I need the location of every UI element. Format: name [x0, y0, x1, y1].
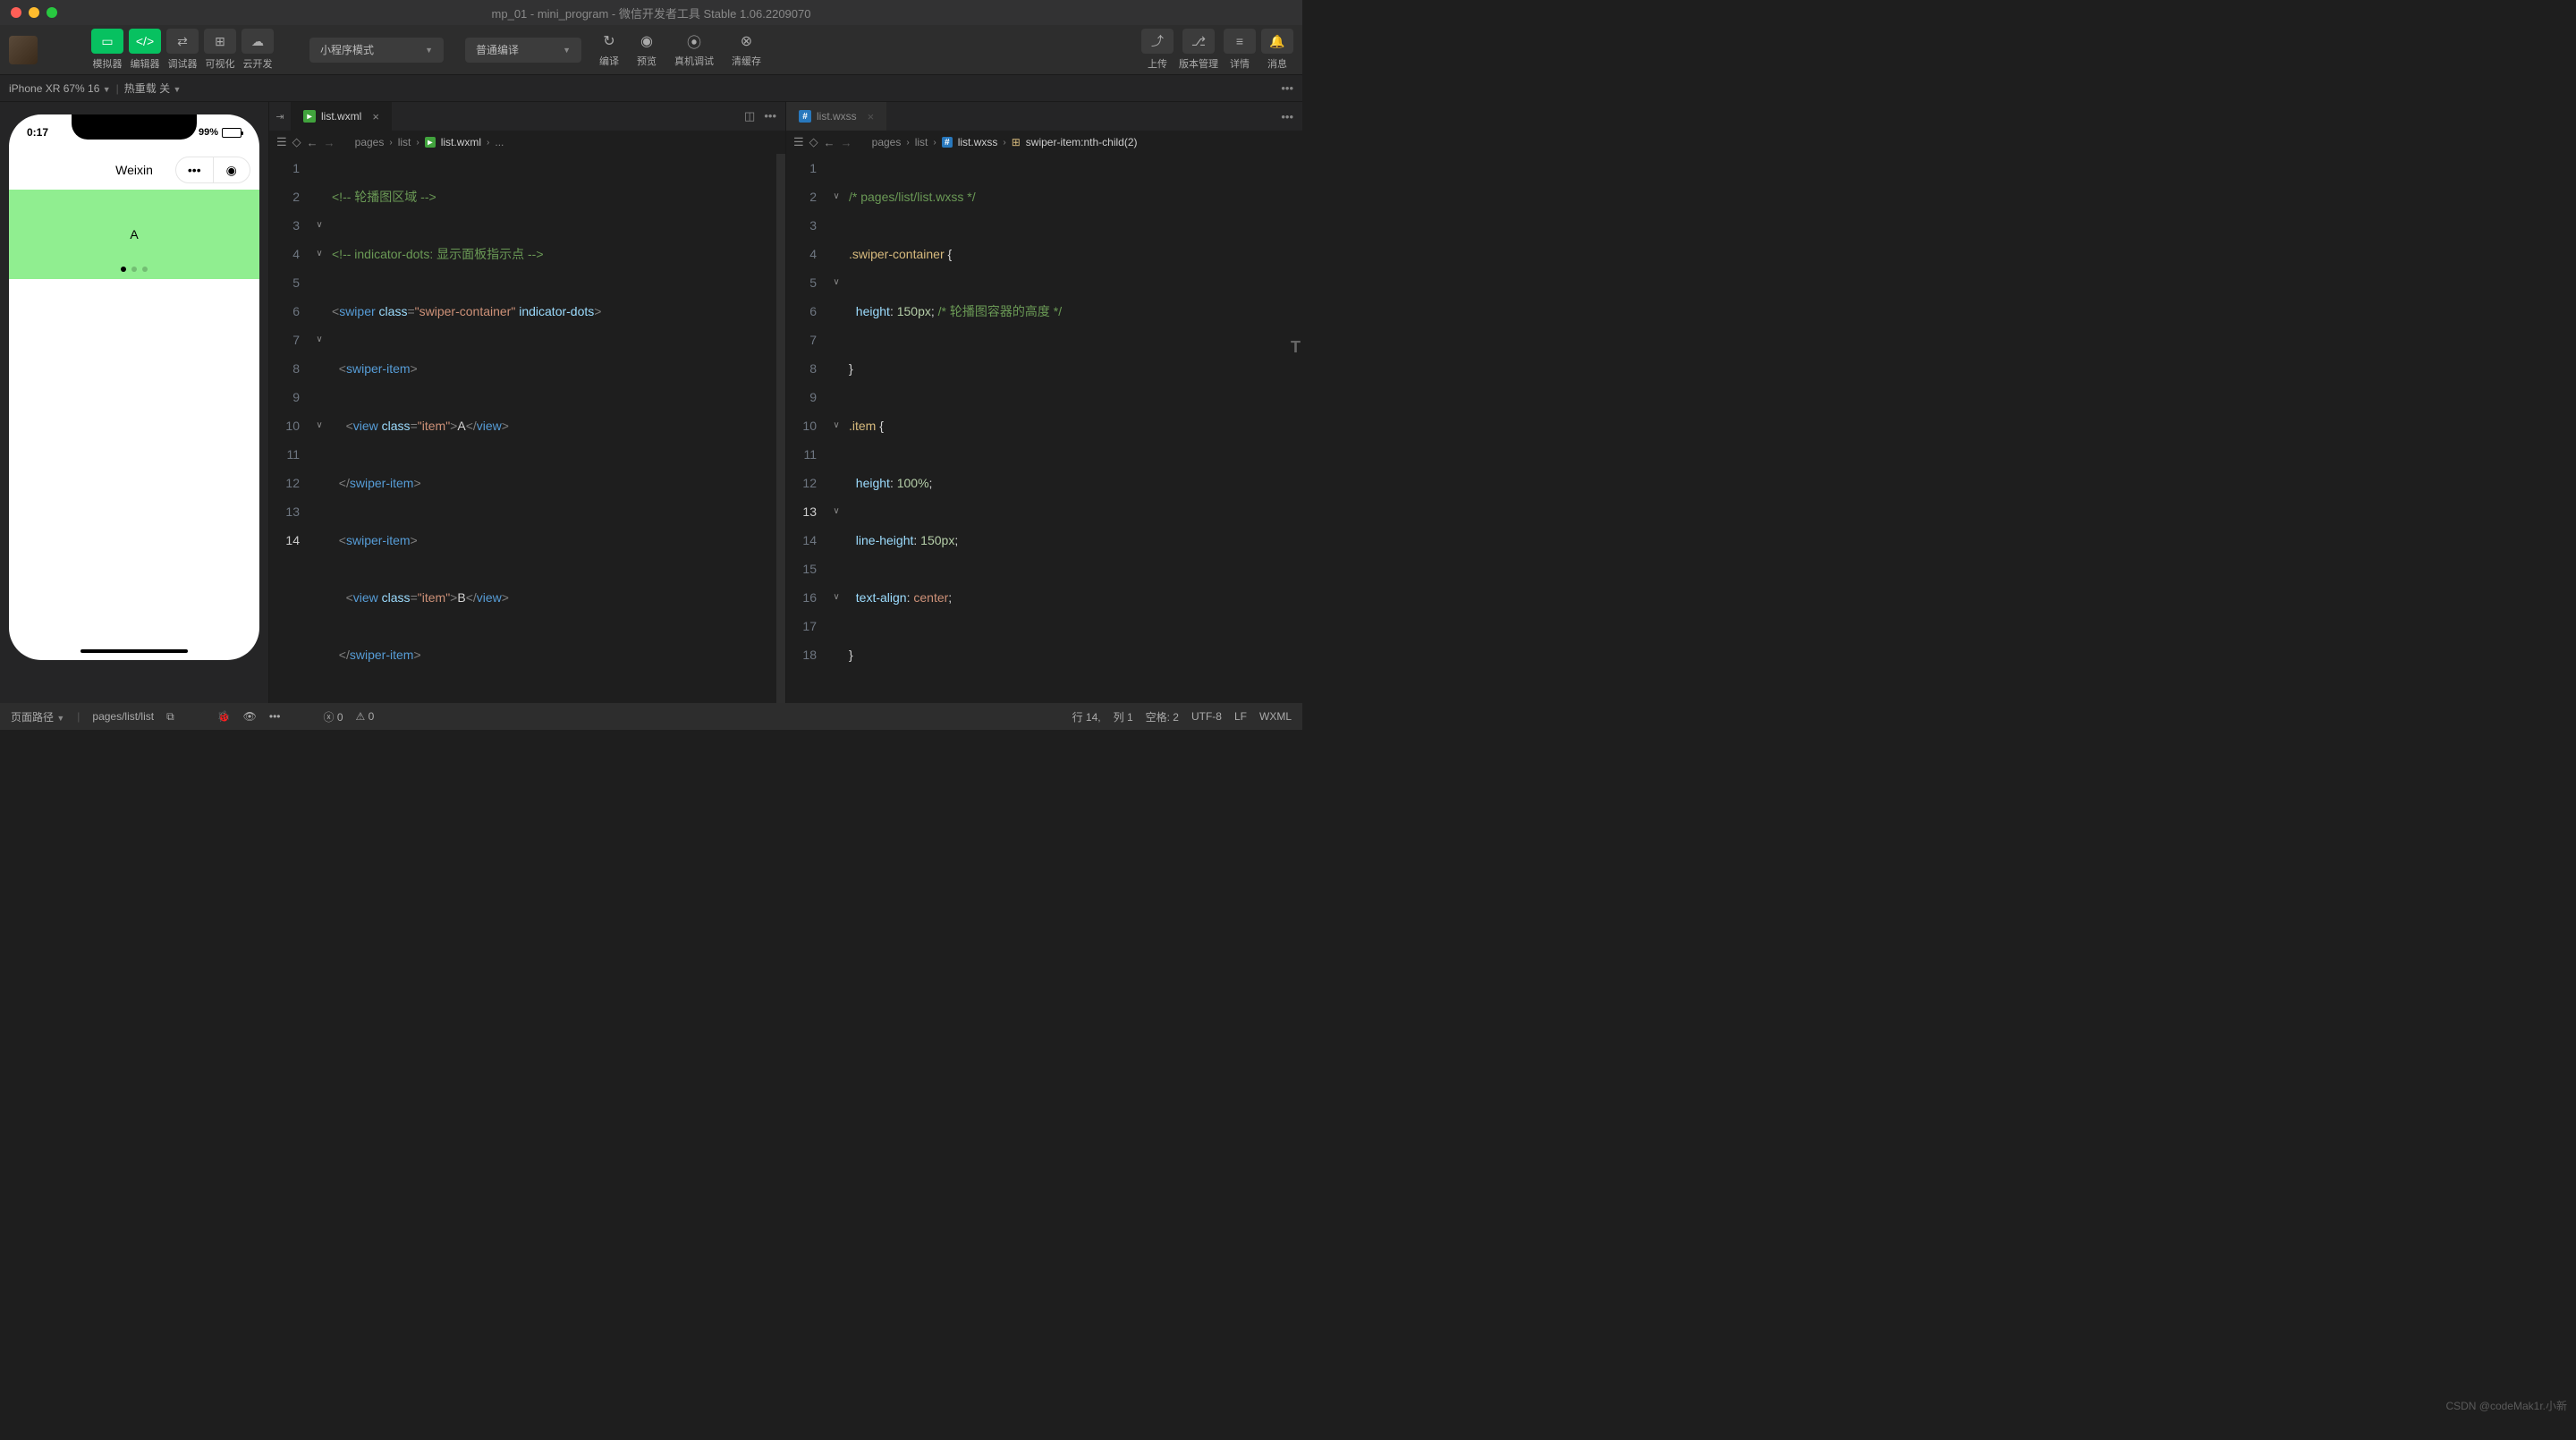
- editor-right: #list.wxss× ••• ☰ ◇ ← → pages› list› # l…: [785, 102, 1302, 703]
- compile-button[interactable]: ↻编译: [599, 31, 619, 68]
- avatar[interactable]: [9, 36, 38, 64]
- bc-selector[interactable]: swiper-item:nth-child(2): [1026, 136, 1138, 148]
- home-indicator: [80, 649, 188, 653]
- traffic-lights: [11, 7, 57, 18]
- status-time: 0:17: [27, 126, 48, 139]
- eol[interactable]: LF: [1234, 710, 1247, 723]
- tab-list-wxml[interactable]: ▸list.wxml×: [291, 102, 392, 131]
- editor-toggle[interactable]: </>编辑器: [129, 29, 161, 71]
- capsule-button[interactable]: •••◉: [175, 157, 250, 183]
- phone-notch: [72, 114, 197, 140]
- language[interactable]: WXML: [1259, 710, 1292, 723]
- bc-more[interactable]: ...: [495, 136, 504, 148]
- more-icon[interactable]: •••: [1281, 81, 1293, 95]
- compile-dropdown[interactable]: 普通编译▼: [465, 38, 581, 63]
- bc-pages[interactable]: pages: [355, 136, 385, 148]
- phone-nav-bar: Weixin •••◉: [9, 150, 259, 190]
- phone-frame: 0:17 99% Weixin •••◉ A: [9, 114, 259, 660]
- code-wxml[interactable]: 1234567891011121314 ∨∨∨∨ <!-- 轮播图区域 --> …: [269, 154, 785, 703]
- main-toolbar: ▭模拟器 </>编辑器 ⇄调试器 ⊞可视化 ☁云开发 小程序模式▼ 普通编译▼ …: [0, 25, 1302, 75]
- breadcrumb-left: ☰ ◇ ← → pages› list› ▸ list.wxml› ...: [269, 131, 785, 154]
- status-battery: 99%: [199, 127, 218, 138]
- tab-list-wxss[interactable]: #list.wxss×: [786, 102, 886, 131]
- version-button[interactable]: ⎇版本管理: [1179, 29, 1218, 71]
- message-button[interactable]: 🔔消息: [1261, 29, 1293, 71]
- back-icon[interactable]: ←: [307, 136, 318, 149]
- view-toggle-group: ▭模拟器 </>编辑器 ⇄调试器 ⊞可视化 ☁云开发: [91, 29, 274, 71]
- swiper-dots: [121, 267, 148, 272]
- warnings[interactable]: ⚠ 0: [356, 710, 375, 723]
- watermark: CSDN @codeMak1r.小新: [2445, 1398, 2567, 1413]
- bookmark-icon[interactable]: ◇: [809, 135, 818, 149]
- debugger-toggle[interactable]: ⇄调试器: [166, 29, 199, 71]
- encoding[interactable]: UTF-8: [1191, 710, 1222, 723]
- back-icon[interactable]: ←: [824, 136, 835, 149]
- list-icon[interactable]: ☰: [276, 135, 287, 149]
- cursor-line[interactable]: 行 14,: [1072, 709, 1101, 724]
- more-icon[interactable]: •••: [1281, 110, 1293, 123]
- clear-cache-button[interactable]: ⊗清缓存: [732, 31, 761, 68]
- more-icon[interactable]: •••: [764, 109, 776, 123]
- visual-toggle[interactable]: ⊞可视化: [204, 29, 236, 71]
- close-tab-icon[interactable]: ×: [372, 110, 379, 123]
- indent[interactable]: 空格: 2: [1146, 709, 1179, 724]
- bc-list[interactable]: list: [398, 136, 411, 148]
- split-icon[interactable]: ◫: [744, 109, 755, 123]
- bookmark-icon[interactable]: ◇: [292, 135, 301, 149]
- swiper-preview[interactable]: A: [9, 190, 259, 279]
- bc-file[interactable]: list.wxml: [441, 136, 481, 148]
- close-tab-icon[interactable]: ×: [868, 110, 875, 123]
- side-indicator: T: [1291, 333, 1301, 361]
- mode-dropdown[interactable]: 小程序模式▼: [309, 38, 444, 63]
- titlebar: mp_01 - mini_program - 微信开发者工具 Stable 1.…: [0, 0, 1302, 25]
- simulator-toggle[interactable]: ▭模拟器: [91, 29, 123, 71]
- preview-button[interactable]: ◉预览: [637, 31, 657, 68]
- main-area: 0:17 99% Weixin •••◉ A ⇥ ▸list.wxml× ◫ ••…: [0, 102, 1302, 703]
- minimize-window-button[interactable]: [29, 7, 39, 18]
- editor-left: ⇥ ▸list.wxml× ◫ ••• ☰ ◇ ← → pages› list› …: [268, 102, 785, 703]
- device-bar: iPhone XR 67% 16 ▼ | 热重载 关 ▼ •••: [0, 75, 1302, 102]
- breadcrumb-right: ☰ ◇ ← → pages› list› # list.wxss› ⊞ swip…: [786, 131, 1302, 154]
- code-wxss[interactable]: 123456789101112131415161718 ∨∨∨∨∨ /* pag…: [786, 154, 1302, 703]
- window-title: mp_01 - mini_program - 微信开发者工具 Stable 1.…: [492, 4, 811, 21]
- bc-list[interactable]: list: [915, 136, 928, 148]
- simulator-panel: 0:17 99% Weixin •••◉ A: [0, 102, 268, 703]
- device-selector[interactable]: iPhone XR 67% 16 ▼: [9, 82, 111, 95]
- list-icon[interactable]: ☰: [793, 135, 804, 149]
- eye-icon[interactable]: 👁: [243, 710, 257, 723]
- errors[interactable]: ⓧ 0: [323, 709, 343, 724]
- maximize-window-button[interactable]: [47, 7, 57, 18]
- page-path-label[interactable]: 页面路径 ▼: [11, 709, 64, 724]
- tabs-right: #list.wxss× •••: [786, 102, 1302, 131]
- hotreload-selector[interactable]: 热重载 关 ▼: [124, 80, 182, 96]
- page-title: Weixin: [115, 163, 153, 177]
- cursor-col[interactable]: 列 1: [1114, 709, 1133, 724]
- forward-icon[interactable]: →: [324, 136, 335, 149]
- details-button[interactable]: ≡详情: [1224, 29, 1256, 71]
- page-path[interactable]: pages/list/list: [92, 710, 154, 723]
- copy-icon[interactable]: ⧉: [166, 710, 174, 724]
- toggle-sidebar-icon[interactable]: ⇥: [269, 102, 291, 131]
- tabs-left: ⇥ ▸list.wxml× ◫ •••: [269, 102, 785, 131]
- statusbar: 页面路径 ▼ | pages/list/list ⧉ 🐞 👁 ••• ⓧ 0 ⚠…: [0, 703, 1302, 730]
- bc-file[interactable]: list.wxss: [958, 136, 998, 148]
- close-window-button[interactable]: [11, 7, 21, 18]
- bc-pages[interactable]: pages: [872, 136, 902, 148]
- remote-debug-button[interactable]: ⦿真机调试: [674, 31, 714, 68]
- bug-icon[interactable]: 🐞: [217, 710, 231, 723]
- cloud-toggle[interactable]: ☁云开发: [242, 29, 274, 71]
- forward-icon[interactable]: →: [841, 136, 852, 149]
- more-icon[interactable]: •••: [269, 710, 281, 723]
- upload-button[interactable]: ⤴上传: [1141, 29, 1174, 71]
- swiper-content: A: [130, 227, 138, 241]
